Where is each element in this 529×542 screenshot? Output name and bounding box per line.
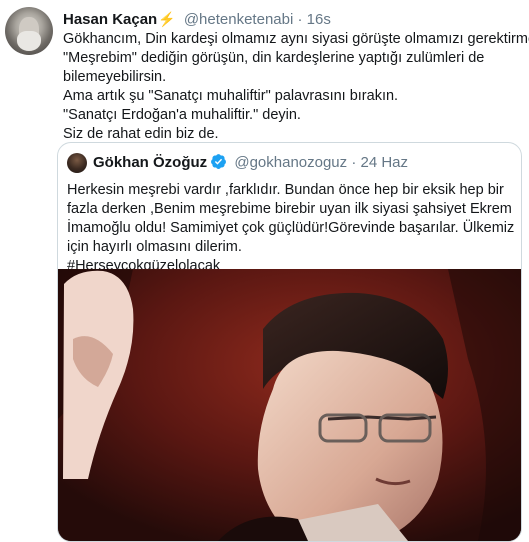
quoted-line: fazla derken ,Benim meşrebime birebir uy… [67, 201, 512, 217]
tweet-text: Gökhancım, Din kardeşi olmamız aynı siya… [63, 30, 529, 144]
quoted-tweet-date: 24 Haz [360, 154, 409, 171]
avatar-beard [17, 31, 41, 51]
quoted-tweet[interactable]: Gökhan Özoğuz @gokhanozoguz · 24 Haz Her… [57, 142, 522, 542]
author-avatar[interactable] [5, 7, 53, 55]
tweet-timestamp[interactable]: 16s [307, 11, 331, 28]
header-separator: · [297, 11, 303, 28]
quoted-author-name: Gökhan Özoğuz [93, 154, 208, 171]
portrait-illustration [58, 269, 521, 541]
lightning-emoji-icon: ⚡ [158, 11, 176, 27]
tweet-line: Gökhancım, Din kardeşi olmamız aynı siya… [63, 31, 529, 47]
tweet-line: "Meşrebim" dediğin görüşün, din kardeşle… [63, 50, 485, 66]
tweet-header: Hasan Kaçan⚡ @hetenketenabi · 16s [63, 9, 331, 30]
tweet-line: bilemeyebilirsin. [63, 69, 167, 85]
tweet[interactable]: Hasan Kaçan⚡ @hetenketenabi · 16s Gökhan… [0, 0, 529, 542]
quoted-line: Herkesin meşrebi vardır ,farklıdır. Bund… [67, 182, 504, 198]
quoted-author-handle: @gokhanozoguz [234, 154, 348, 171]
quoted-line: İmamoğlu oldu! Samimiyet çok güçlüdür!Gö… [67, 220, 515, 236]
quoted-header-separator: · [351, 154, 357, 171]
tweet-line: "Sanatçı Erdoğan'a muhaliftir." deyin. [63, 107, 301, 123]
quoted-tweet-header: Gökhan Özoğuz @gokhanozoguz · 24 Haz [93, 153, 408, 176]
author-name[interactable]: Hasan Kaçan [63, 11, 157, 28]
portrait-photo-icon[interactable] [58, 269, 521, 541]
verified-badge-icon [210, 153, 227, 176]
tweet-line: Ama artık şu "Sanatçı muhaliftir" palavr… [63, 88, 399, 104]
quoted-author-avatar [67, 153, 87, 173]
quoted-line: için hayırlı olmasını dilerim. [67, 239, 242, 255]
quoted-tweet-text: Herkesin meşrebi vardır ,farklıdır. Bund… [67, 181, 517, 276]
author-handle[interactable]: @hetenketenabi [184, 11, 293, 28]
